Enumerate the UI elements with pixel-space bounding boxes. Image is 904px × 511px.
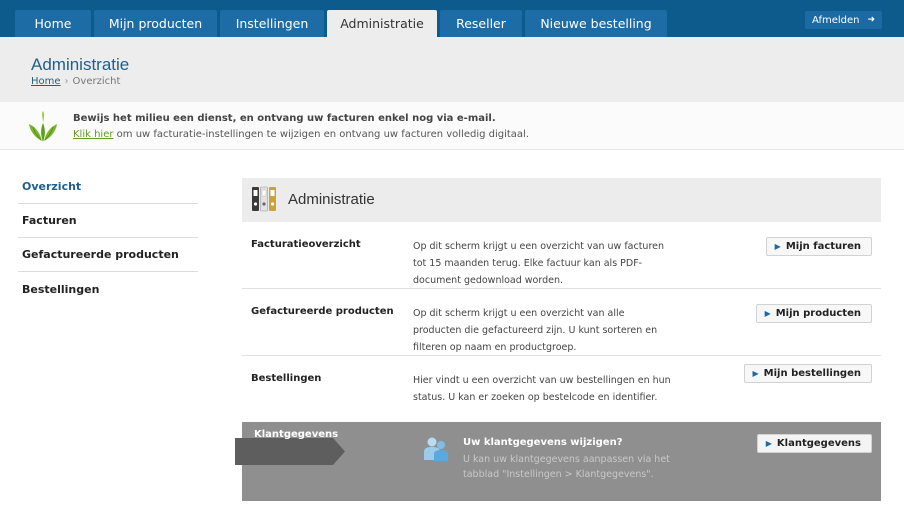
row-bestellingen: Bestellingen Hier vindt u een overzicht … [242,356,881,412]
sidebar-item-overzicht[interactable]: Overzicht [18,170,198,204]
logout-label: Afmelden [811,14,860,26]
breadcrumb: Home › Overzicht [31,76,120,87]
row-title: Gefactureerde producten [251,306,394,317]
logout-button[interactable]: Afmelden ➜ [805,11,882,29]
mijn-producten-button[interactable]: ▶ Mijn producten [755,304,872,323]
breadcrumb-separator-icon: › [64,76,69,87]
eco-settings-link[interactable]: Klik hier [73,129,113,140]
tab-reseller[interactable]: Reseller [440,10,522,37]
breadcrumb-home-link[interactable]: Home [31,76,61,87]
eco-banner: Bewijs het milieu een dienst, en ontvang… [0,102,904,150]
row-description: Op dit scherm krijgt u een overzicht van… [413,308,658,353]
breadcrumb-current: Overzicht [72,76,121,87]
row-facturatieoverzicht: Facturatieoverzicht Op dit scherm krijgt… [242,222,881,289]
button-label: Klantgegevens [776,438,861,449]
sidebar-item-gefactureerde-producten[interactable]: Gefactureerde producten [18,238,198,272]
triangle-right-icon: ▶ [752,369,759,378]
row-gefactureerde-producten: Gefactureerde producten Op dit scherm kr… [242,289,881,356]
top-navigation: Home Mijn producten Instellingen Adminis… [0,0,904,37]
eco-subline-text: om uw facturatie-instellingen te wijzige… [116,129,530,140]
leaf-icon [29,111,57,142]
tab-home[interactable]: Home [15,10,91,37]
klantgegevens-title: Uw klantgegevens wijzigen? [463,437,623,448]
sidebar-item-bestellingen[interactable]: Bestellingen [18,272,198,306]
tab-mijn-producten[interactable]: Mijn producten [94,10,217,37]
binders-icon [252,186,276,212]
users-icon [424,437,448,461]
button-label: Mijn bestellingen [763,368,861,379]
klantgegevens-tag [235,438,345,465]
button-label: Mijn facturen [785,241,861,252]
tab-nieuwe-bestelling[interactable]: Nieuwe bestelling [525,10,667,37]
main-tabs: Home Mijn producten Instellingen Adminis… [15,10,670,37]
klantgegevens-button[interactable]: ▶ Klantgegevens [756,434,872,453]
eco-headline: Bewijs het milieu een dienst, en ontvang… [73,113,496,124]
button-label: Mijn producten [775,308,861,319]
row-title: Bestellingen [251,373,322,384]
row-description: Op dit scherm krijgt u een overzicht van… [413,241,665,286]
sidebar: Overzicht Facturen Gefactureerde product… [18,170,198,306]
tab-instellingen[interactable]: Instellingen [220,10,324,37]
klantgegevens-tag-label: Klantgegevens [254,429,339,440]
triangle-right-icon: ▶ [774,242,781,251]
klantgegevens-section: Klantgegevens Uw klantgegevens wijzigen?… [235,422,881,501]
triangle-right-icon: ▶ [764,309,771,318]
administration-panel: Administratie Facturatieoverzicht Op dit… [235,178,881,501]
row-description: Hier vindt u een overzicht van uw bestel… [413,375,671,403]
page-title: Administratie [31,55,130,74]
panel-header: Administratie [242,178,881,222]
mijn-facturen-button[interactable]: ▶ Mijn facturen [765,237,872,256]
sidebar-item-facturen[interactable]: Facturen [18,204,198,238]
eco-subline: Klik hier om uw facturatie-instellingen … [73,129,529,140]
klantgegevens-description: U kan uw klantgegevens aanpassen via het… [463,454,670,480]
tab-administratie[interactable]: Administratie [327,10,437,37]
arrow-right-icon: ➜ [867,15,876,25]
row-title: Facturatieoverzicht [251,239,361,250]
triangle-right-icon: ▶ [765,439,772,448]
panel-title: Administratie [288,191,375,208]
mijn-bestellingen-button[interactable]: ▶ Mijn bestellingen [743,364,872,383]
page-header: Administratie Home › Overzicht [0,37,904,102]
